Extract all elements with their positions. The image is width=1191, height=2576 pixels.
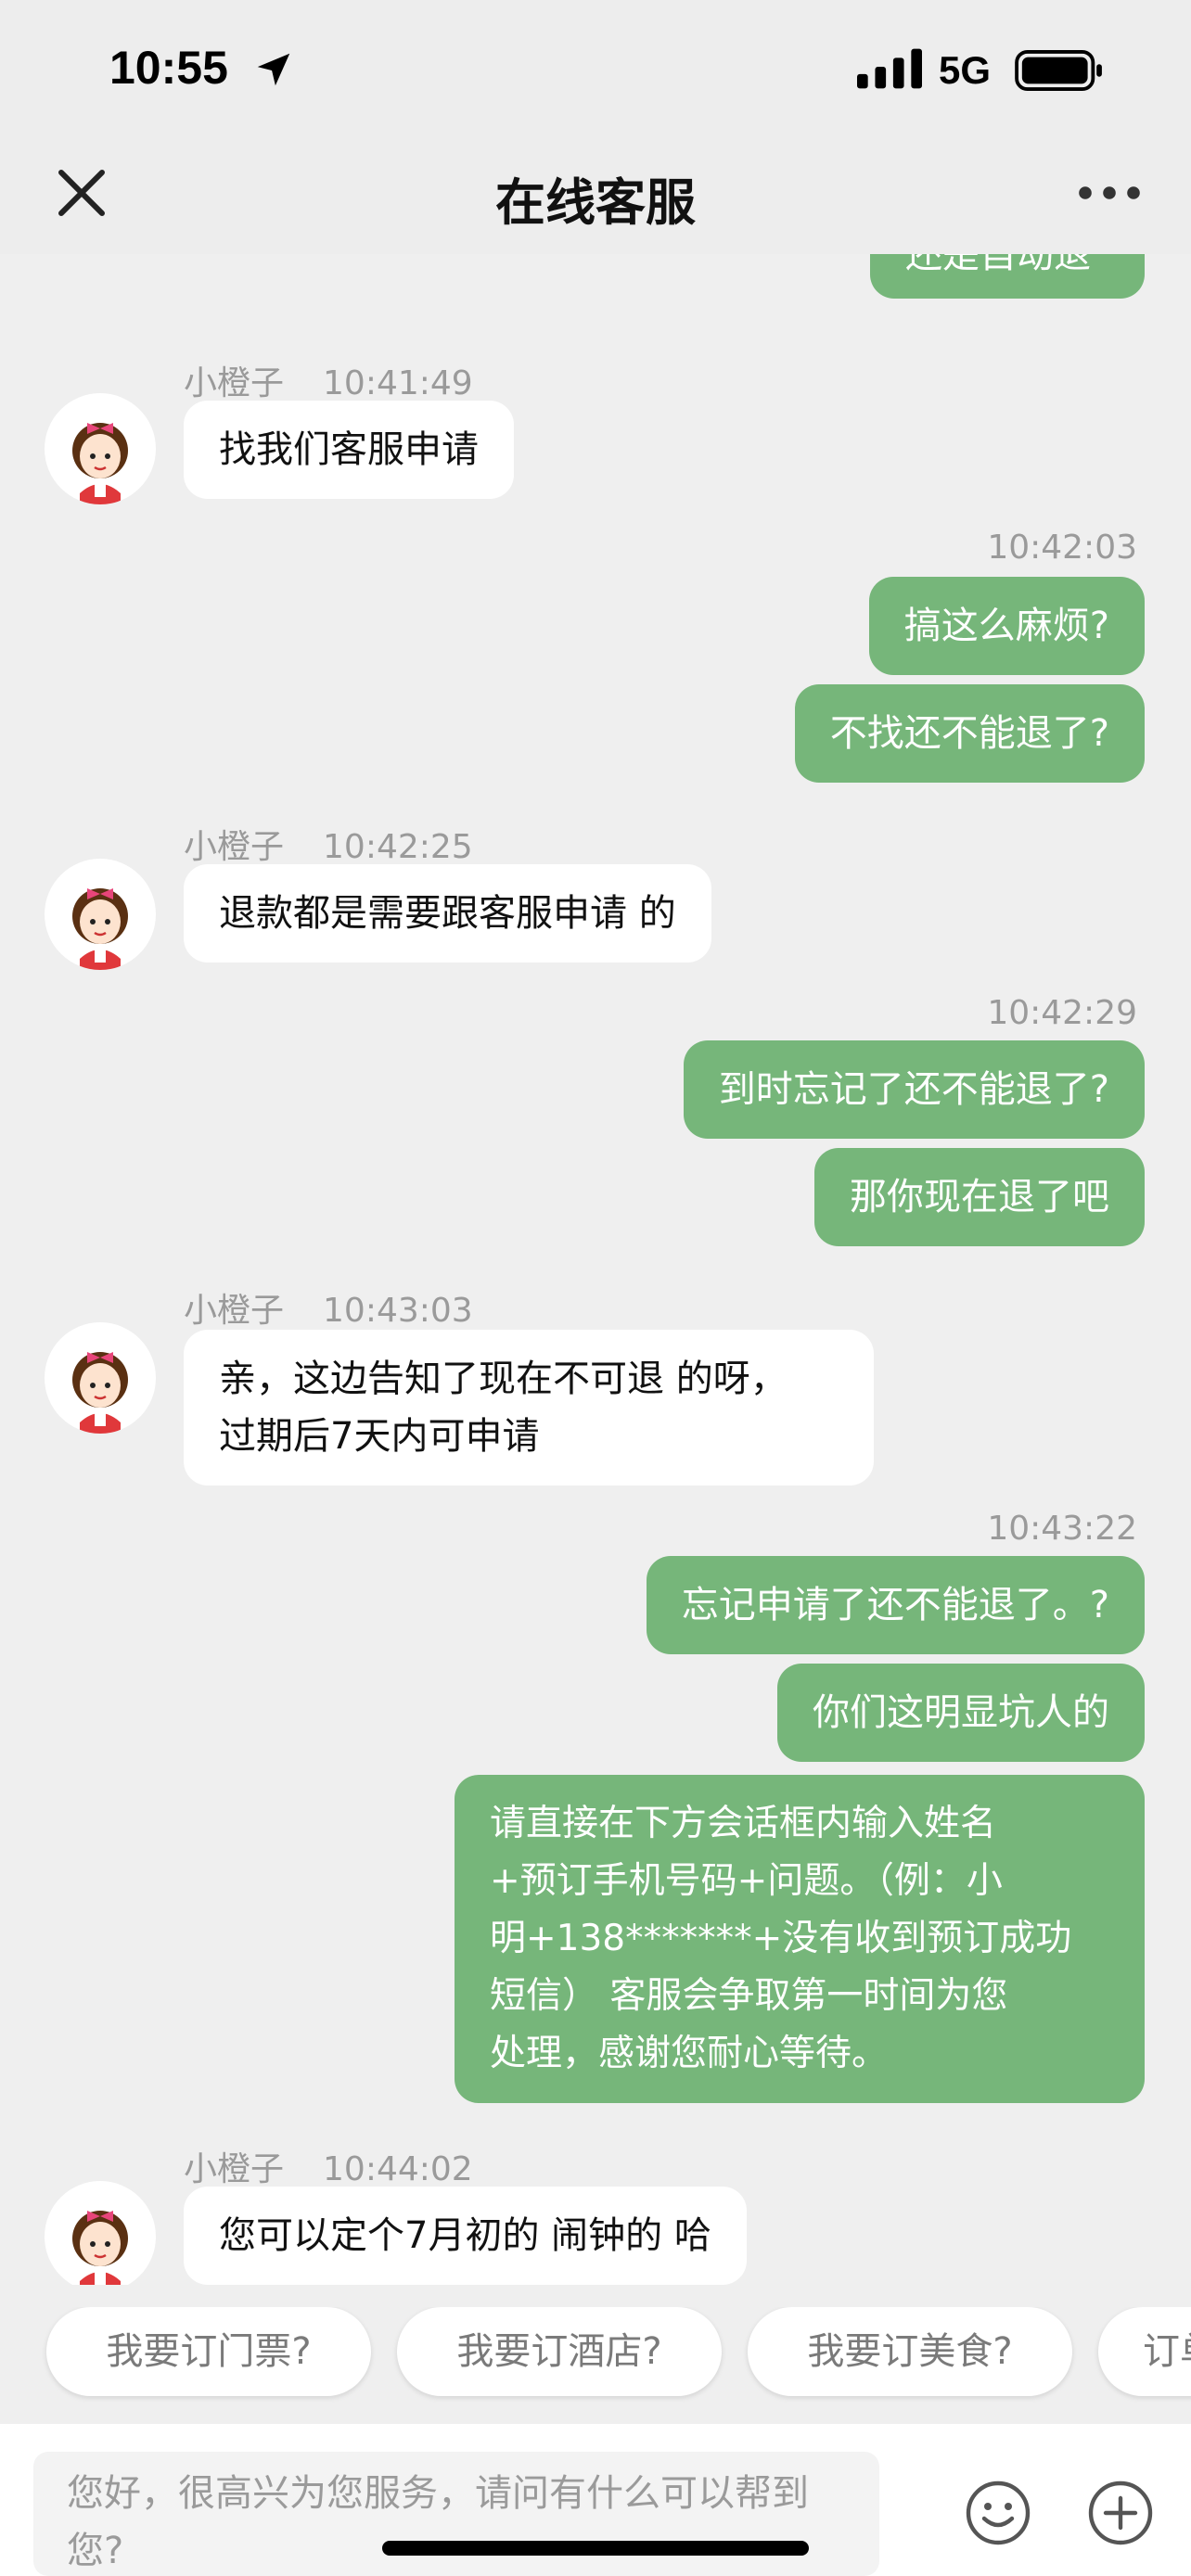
user-message: 那你现在退了吧 (814, 1148, 1145, 1246)
message-time: 10:44:02 (323, 2150, 473, 2188)
user-message: 到时忘记了还不能退了? (683, 1040, 1145, 1139)
message-time: 10:42:29 (987, 994, 1137, 1032)
quick-reply-tickets[interactable]: 我要订门票? (46, 2307, 371, 2396)
user-message: 请直接在下方会话框内输入姓名 +预订手机号码+问题。（例：小 明+138****… (455, 1775, 1145, 2103)
message-time: 10:41:49 (323, 364, 473, 402)
emoji-icon[interactable] (965, 2480, 1031, 2546)
quick-reply-food[interactable]: 我要订美食? (748, 2307, 1072, 2396)
agent-name: 小橙子 (184, 2150, 285, 2188)
message-time: 10:43:03 (323, 1292, 473, 1330)
agent-name: 小橙子 (184, 828, 285, 866)
user-message: 还是自动退 (870, 254, 1145, 299)
status-bar: 10:55 5G (0, 0, 1191, 139)
avatar[interactable] (45, 393, 156, 504)
location-arrow-icon (257, 53, 290, 86)
page-title: 在线客服 (495, 173, 696, 232)
user-message: 忘记申请了还不能退了。? (646, 1556, 1145, 1654)
quick-reply-order[interactable]: 订单 (1098, 2307, 1191, 2396)
message-meta: 小橙子 10:41:49 (184, 356, 473, 404)
quick-reply-hotel[interactable]: 我要订酒店? (397, 2307, 722, 2396)
avatar-girl-icon (72, 2211, 128, 2285)
user-message: 搞这么麻烦? (868, 577, 1145, 675)
nav-bar: 在线客服 (0, 139, 1191, 254)
home-indicator (382, 2541, 809, 2556)
avatar-girl-icon (72, 423, 128, 504)
avatar[interactable] (45, 2181, 156, 2285)
message-time: 10:43:22 (987, 1510, 1137, 1548)
agent-name: 小橙子 (184, 364, 285, 402)
avatar-girl-icon (72, 1352, 128, 1434)
avatar-girl-icon (72, 888, 128, 970)
more-icon[interactable] (1076, 174, 1143, 211)
message-meta: 小橙子 10:42:25 (184, 820, 473, 868)
chat-area[interactable]: 还是自动退 小橙子 10:41:49 找我们客服申请 10:42:03 搞这么麻烦… (0, 254, 1191, 2285)
message-input[interactable] (33, 2452, 879, 2576)
bot-message: 亲，这边告知了现在不可退 的呀， 过期后7天内可申请 (184, 1330, 874, 1486)
bot-message: 退款都是需要跟客服申请 的 (184, 864, 711, 963)
status-time: 10:55 (109, 42, 228, 94)
quick-reply-bar: 我要订门票? 我要订酒店? 我要订美食? 订单 (0, 2307, 1191, 2409)
message-meta: 小橙子 10:43:03 (184, 1283, 473, 1332)
battery-icon (1015, 50, 1102, 91)
message-meta: 小橙子 10:44:02 (184, 2142, 473, 2190)
network-label: 5G (939, 48, 992, 92)
signal-icon (857, 48, 922, 89)
plus-icon[interactable] (1087, 2480, 1154, 2546)
message-time: 10:42:25 (323, 828, 473, 866)
message-time: 10:42:03 (987, 529, 1137, 567)
user-message: 不找还不能退了? (794, 684, 1145, 783)
user-message: 你们这明显坑人的 (777, 1664, 1145, 1762)
avatar[interactable] (45, 859, 156, 970)
avatar[interactable] (45, 1322, 156, 1434)
bot-message: 找我们客服申请 (184, 401, 514, 499)
agent-name: 小橙子 (184, 1292, 285, 1330)
bot-message: 您可以定个7月初的 闹钟的 哈 (184, 2187, 747, 2285)
